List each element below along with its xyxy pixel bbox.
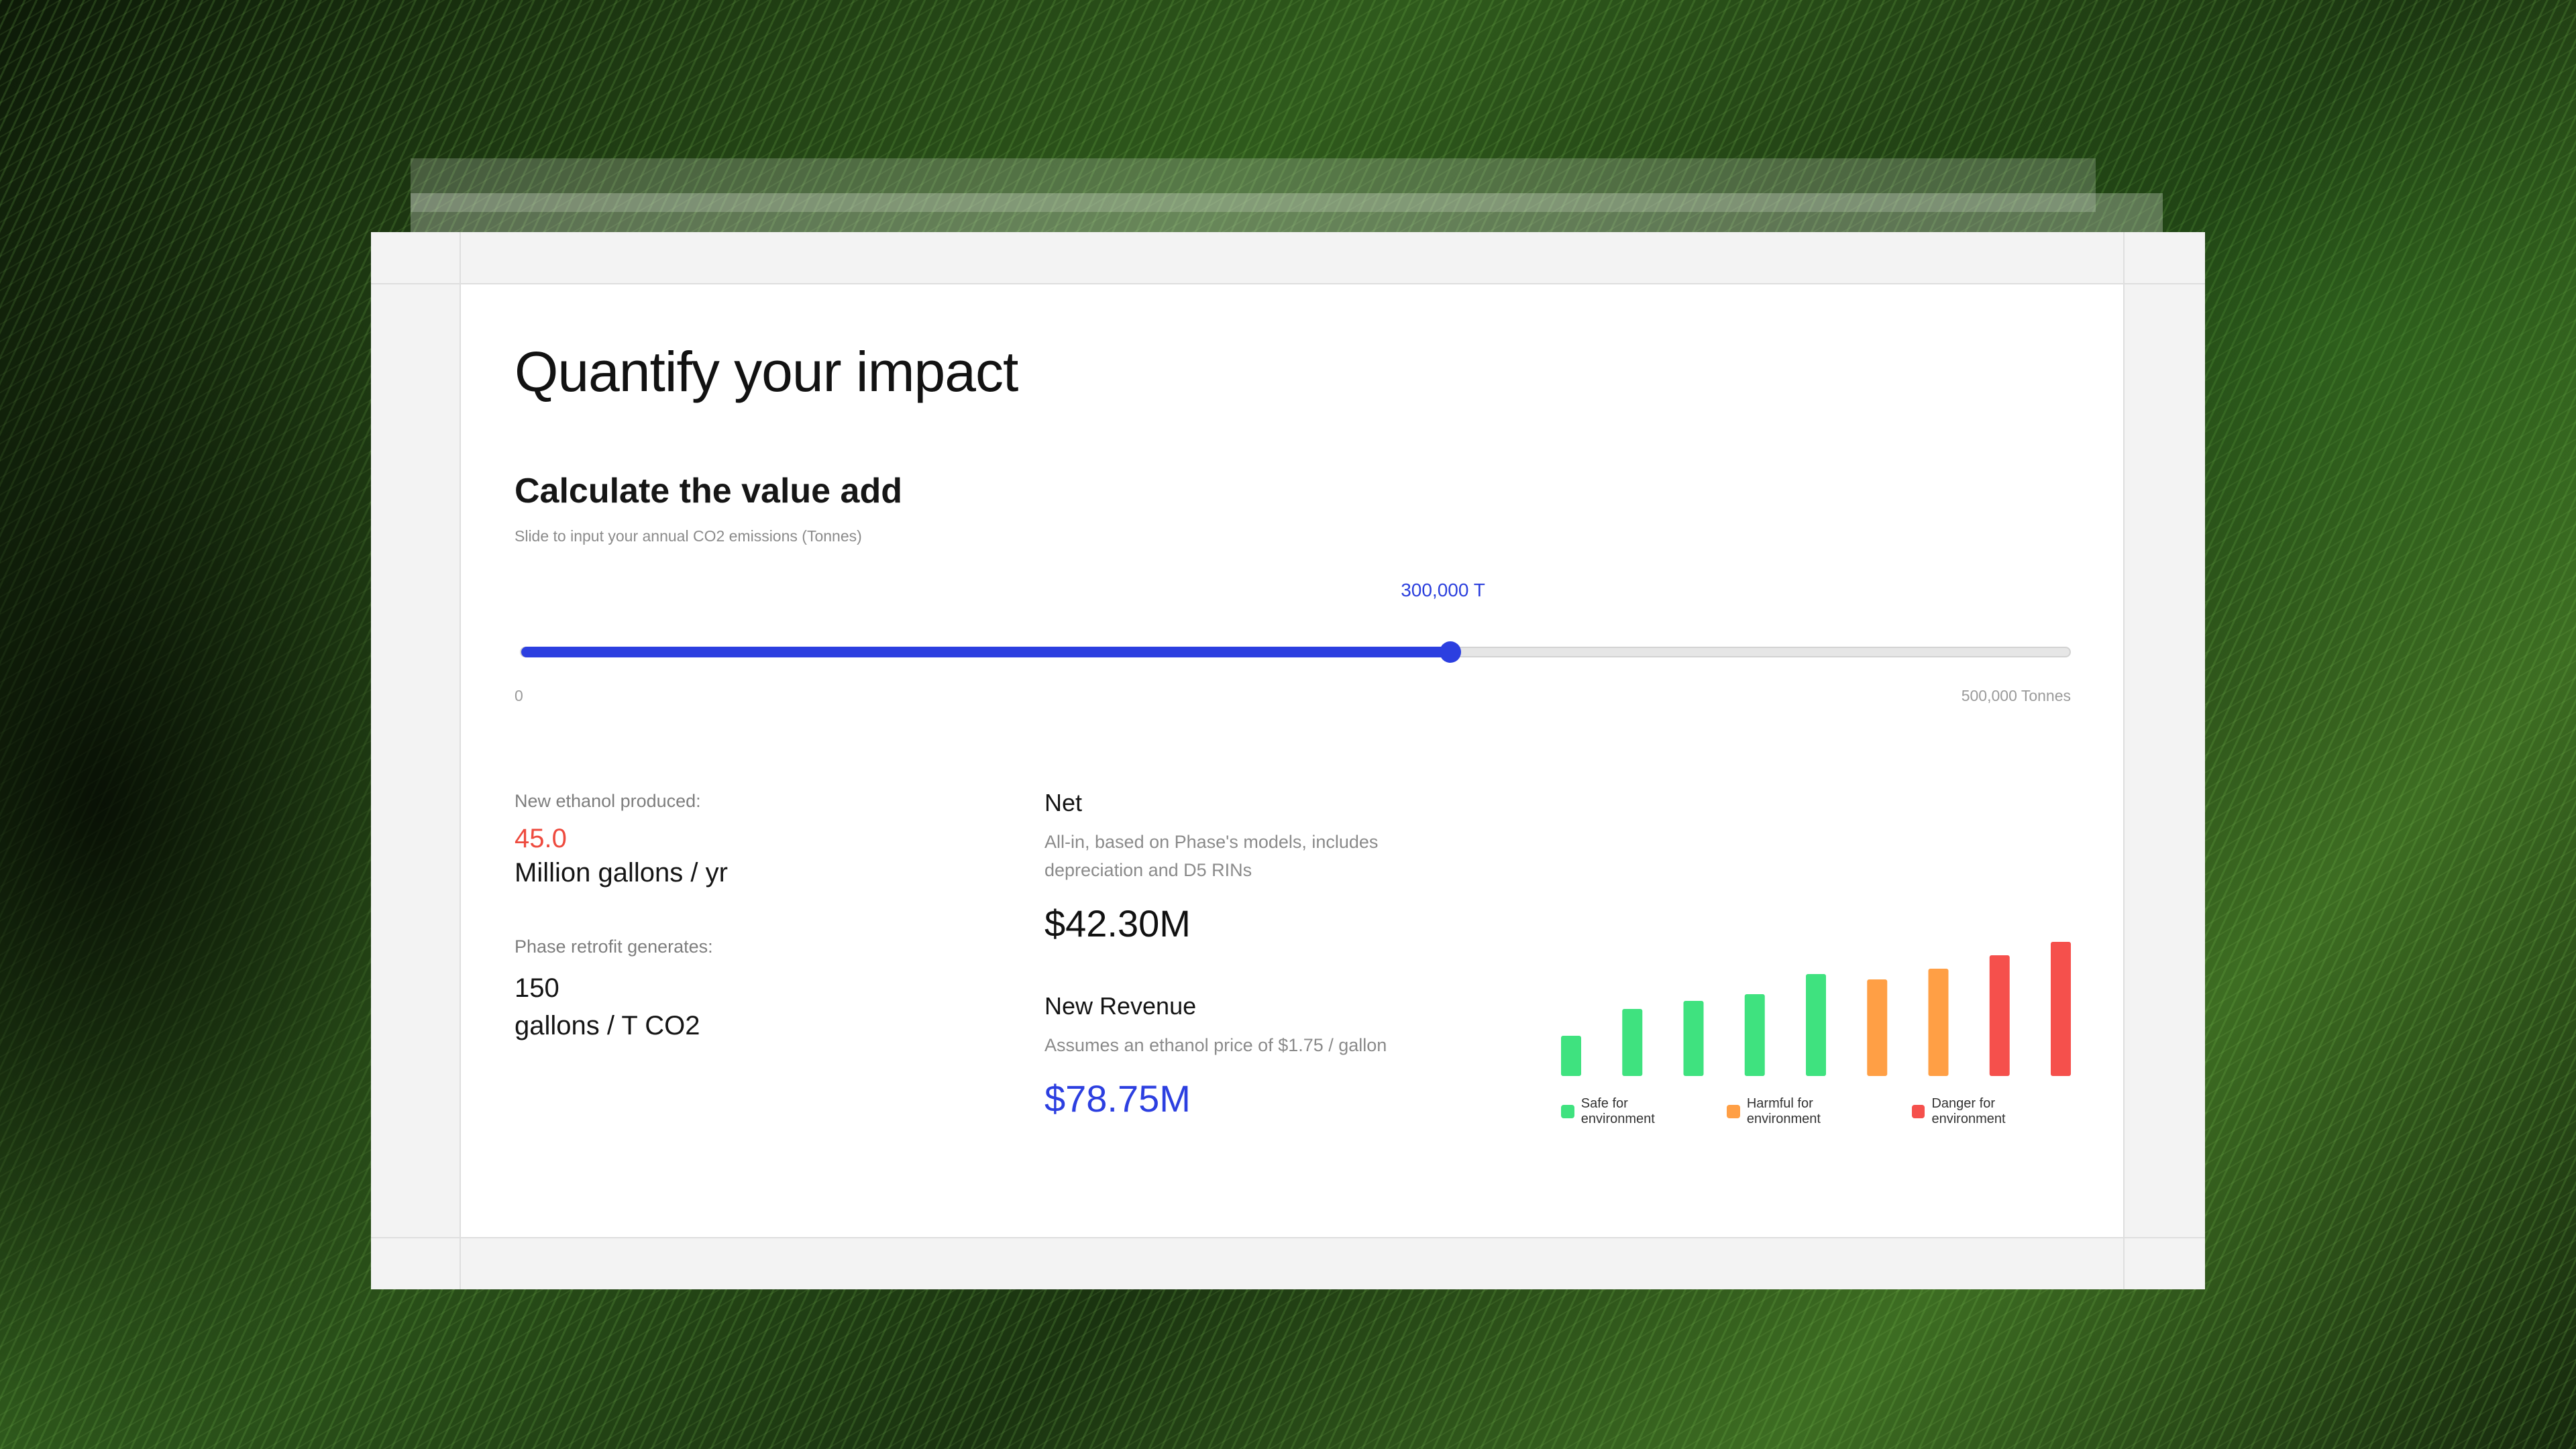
frame-divider [371,1237,2205,1238]
chart-bar [1744,994,1765,1076]
slider-max-label: 500,000 Tonnes [1961,687,2071,704]
net-description: All-in, based on Phase's models, include… [1044,832,1379,880]
chart-bar [1622,1009,1643,1076]
legend-label: Safe for environment [1580,1096,1655,1126]
chart-bar [1989,955,2010,1076]
frame-divider [2123,232,2125,1289]
net-title: Net [1044,789,1083,816]
retrofit-value: 150 [515,973,559,1003]
slider-fill [521,647,1450,657]
chart-bar [1806,974,1826,1076]
legend-swatch [1727,1105,1740,1118]
page-title: Quantify your impact [515,340,1018,403]
net-block: Net All-in, based on Phase's models, inc… [1044,789,1393,945]
chart-bar [1683,1001,1704,1076]
retrofit-value-block: 150 gallons / T CO2 [515,969,984,1044]
ethanol-unit: Million gallons / yr [515,858,728,888]
ethanol-value: 45.0 [515,824,567,853]
slider-min-label: 0 [515,687,523,704]
calculator-subtitle: Slide to input your annual CO2 emissions… [515,527,862,545]
retrofit-unit: gallons / T CO2 [515,1011,700,1040]
production-stats: New ethanol produced: 45.0 Million gallo… [515,791,984,1044]
financial-metrics: Net All-in, based on Phase's models, inc… [1044,789,1393,1120]
legend-label: Danger for environment [1931,1096,2006,1126]
revenue-description: Assumes an ethanol price of $1.75 / gall… [1044,1035,1387,1055]
bar-chart-svg [1561,942,2071,1076]
revenue-block: New Revenue Assumes an ethanol price of … [1044,992,1393,1120]
chart-bar [2051,942,2071,1076]
chart-bar [1928,969,1949,1076]
impact-card: Quantify your impact Calculate the value… [461,284,2123,1237]
calculator-title: Calculate the value add [515,472,902,511]
slider-track[interactable] [520,641,2071,663]
legend-item-danger: Danger for environment [1911,1096,2071,1127]
ethanol-label: New ethanol produced: [515,791,701,811]
card-content: Quantify your impact Calculate the value… [515,284,2071,1237]
net-value: $42.30M [1044,902,1191,945]
chart-bar [1561,1036,1581,1076]
revenue-value: $78.75M [1044,1077,1191,1120]
legend-swatch [1561,1105,1574,1118]
impact-bar-chart: Safe for environment Harmful for environm… [1561,875,2071,1130]
legend-label: Harmful for environment [1746,1096,1821,1126]
legend-item-harmful: Harmful for environment [1727,1096,1889,1127]
chart-bar [1867,979,1888,1076]
legend-swatch [1911,1105,1925,1118]
retrofit-label: Phase retrofit generates: [515,936,713,957]
card-frame: Quantify your impact Calculate the value… [371,232,2205,1289]
revenue-title: New Revenue [1044,992,1197,1020]
slider-thumb[interactable] [1439,641,1461,663]
slider-value-label: 300,000 T [1401,580,1485,600]
legend-item-safe: Safe for environment [1561,1096,1704,1127]
chart-legend: Safe for environment Harmful for environm… [1561,1096,2071,1127]
emissions-slider: 300,000 T 0 500,000 Tonnes [515,580,2071,714]
